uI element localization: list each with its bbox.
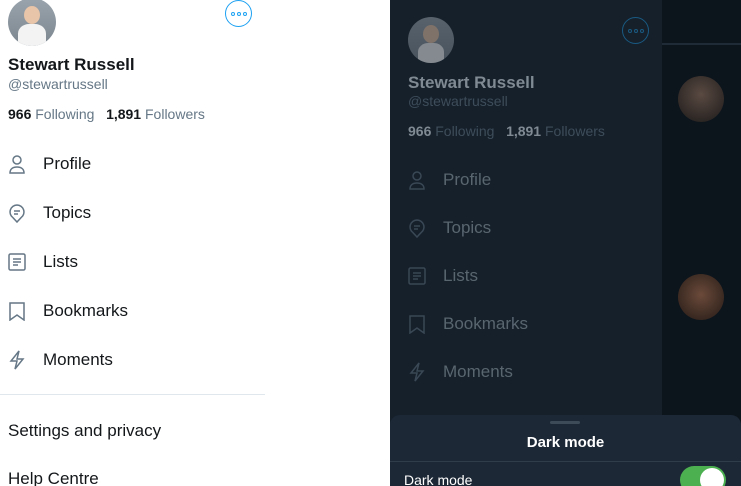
- light-mode-panel: Stewart Russell @stewartrussell 966 Foll…: [0, 0, 390, 486]
- person-icon: [0, 153, 42, 175]
- menu-item-lists[interactable]: Lists: [400, 256, 478, 296]
- following-label[interactable]: Following: [35, 106, 94, 122]
- menu-item-label: Profile: [43, 154, 92, 173]
- menu-item-label: Moments: [443, 362, 513, 381]
- sheet-grab-handle[interactable]: [550, 421, 580, 424]
- timeline-background: [662, 0, 741, 486]
- lists-icon: [400, 265, 442, 287]
- menu-item-bookmarks[interactable]: Bookmarks: [0, 291, 128, 331]
- toggle-knob: [700, 468, 724, 486]
- more-dots-icon: [230, 11, 247, 16]
- settings-and-privacy-link[interactable]: Settings and privacy: [8, 421, 161, 441]
- followers-count[interactable]: 1,891: [106, 106, 141, 122]
- bookmark-icon: [400, 313, 442, 335]
- avatar[interactable]: [408, 17, 454, 63]
- dark-mode-sheet: Dark mode Dark mode: [390, 415, 741, 486]
- menu-item-profile[interactable]: Profile: [400, 160, 491, 200]
- feed-avatar: [678, 76, 724, 122]
- topics-icon: [0, 202, 42, 224]
- dark-drawer: Stewart Russell @stewartrussell 966 Foll…: [390, 0, 662, 486]
- dark-mode-panel: Stewart Russell @stewartrussell 966 Foll…: [390, 0, 741, 486]
- menu-divider: [0, 394, 265, 395]
- dark-mode-row-label: Dark mode: [404, 472, 473, 486]
- profile-handle: @stewartrussell: [8, 76, 108, 92]
- profile-handle: @stewartrussell: [408, 93, 508, 109]
- dark-mode-toggle[interactable]: [680, 466, 726, 486]
- bookmark-icon: [0, 300, 42, 322]
- lightning-icon: [0, 349, 42, 371]
- menu-item-label: Bookmarks: [443, 314, 529, 333]
- person-icon: [400, 169, 442, 191]
- follow-stats: 966 Following 1,891 Followers: [408, 123, 605, 139]
- menu-item-label: Lists: [443, 266, 478, 285]
- follow-stats: 966 Following 1,891 Followers: [8, 106, 205, 122]
- menu-item-moments[interactable]: Moments: [0, 340, 113, 380]
- followers-label[interactable]: Followers: [145, 106, 205, 122]
- sheet-title: Dark mode: [526, 434, 605, 451]
- more-dots-icon: [627, 28, 644, 33]
- menu-item-label: Lists: [43, 252, 78, 271]
- followers-count[interactable]: 1,891: [506, 123, 541, 139]
- menu-item-profile[interactable]: Profile: [0, 144, 91, 184]
- menu-item-lists[interactable]: Lists: [0, 242, 78, 282]
- followers-label[interactable]: Followers: [545, 123, 605, 139]
- menu-item-label: Topics: [43, 203, 92, 222]
- profile-name: Stewart Russell: [408, 73, 535, 92]
- help-centre-link[interactable]: Help Centre: [8, 469, 99, 486]
- profile-name: Stewart Russell: [8, 55, 135, 74]
- lightning-icon: [400, 361, 442, 383]
- menu-item-topics[interactable]: Topics: [0, 193, 91, 233]
- following-count[interactable]: 966: [408, 123, 431, 139]
- menu-item-label: Profile: [443, 170, 492, 189]
- menu-item-label: Moments: [43, 350, 113, 369]
- menu-item-label: Topics: [443, 218, 492, 237]
- topics-icon: [400, 217, 442, 239]
- sheet-divider: [390, 461, 741, 462]
- menu-item-bookmarks[interactable]: Bookmarks: [400, 304, 528, 344]
- avatar[interactable]: [8, 0, 56, 46]
- following-label[interactable]: Following: [435, 123, 494, 139]
- following-count[interactable]: 966: [8, 106, 31, 122]
- menu-item-label: Bookmarks: [43, 301, 129, 320]
- light-blank-area: [265, 0, 390, 486]
- lists-icon: [0, 251, 42, 273]
- menu-item-topics[interactable]: Topics: [400, 208, 491, 248]
- more-options-button[interactable]: [225, 0, 252, 27]
- more-options-button[interactable]: [622, 17, 649, 44]
- menu-item-moments[interactable]: Moments: [400, 352, 513, 392]
- feed-avatar: [678, 274, 724, 320]
